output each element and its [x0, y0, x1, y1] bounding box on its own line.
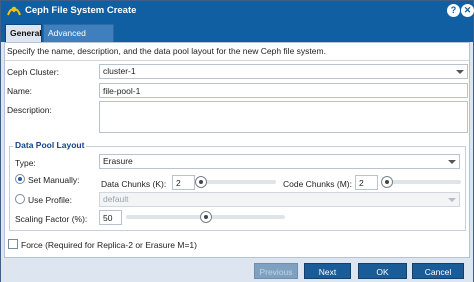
- help-icon[interactable]: ?: [447, 4, 460, 17]
- ceph-logo-icon: [7, 6, 21, 16]
- data-chunks-slider-thumb[interactable]: [194, 176, 207, 188]
- code-chunks-label: Code Chunks (M):: [283, 179, 352, 189]
- name-label: Name:: [7, 86, 33, 96]
- chevron-down-icon: [448, 198, 456, 202]
- intro-text: Specify the name, description, and the d…: [7, 46, 326, 56]
- previous-button[interactable]: Previous: [254, 263, 298, 279]
- data-chunks-slider-track[interactable]: [199, 180, 276, 184]
- cancel-button[interactable]: Cancel: [412, 263, 464, 279]
- use-profile-label: Use Profile:: [28, 195, 72, 205]
- description-input[interactable]: [99, 101, 468, 133]
- ceph-cluster-select[interactable]: cluster-1: [99, 64, 468, 79]
- scaling-factor-label: Scaling Factor (%):: [15, 214, 88, 224]
- close-icon[interactable]: ✕: [461, 4, 474, 17]
- profile-value: default: [103, 194, 129, 204]
- profile-select[interactable]: default: [99, 192, 460, 207]
- description-label: Description:: [7, 105, 52, 115]
- tab-general[interactable]: General: [5, 24, 42, 42]
- ceph-cluster-label: Ceph Cluster:: [7, 67, 59, 77]
- data-chunks-input[interactable]: [172, 175, 195, 190]
- name-input[interactable]: [99, 83, 468, 98]
- code-chunks-slider-thumb[interactable]: [380, 176, 393, 188]
- force-checkbox[interactable]: [8, 239, 18, 249]
- next-button[interactable]: Next: [304, 263, 351, 279]
- scaling-factor-slider-thumb[interactable]: [199, 211, 212, 223]
- data-pool-layout-legend: Data Pool Layout: [13, 140, 87, 150]
- chevron-down-icon[interactable]: [448, 160, 456, 164]
- divider: [5, 60, 469, 61]
- set-manually-label: Set Manually:: [28, 175, 80, 185]
- title-bar: Ceph File System Create ? ✕: [1, 1, 474, 21]
- tab-strip: General Advanced Settings: [1, 21, 473, 55]
- force-label: Force (Required for Replica-2 or Erasure…: [21, 240, 197, 250]
- type-value: Erasure: [103, 156, 133, 166]
- ceph-cluster-value: cluster-1: [103, 66, 136, 76]
- dialog: Ceph File System Create ? ✕ General Adva…: [0, 0, 474, 282]
- tab-advanced-settings[interactable]: Advanced Settings: [43, 24, 114, 55]
- use-profile-radio[interactable]: [15, 194, 25, 204]
- type-label: Type:: [15, 158, 36, 168]
- code-chunks-input[interactable]: [355, 175, 378, 190]
- ok-button[interactable]: OK: [358, 263, 407, 279]
- window-title: Ceph File System Create: [25, 5, 137, 16]
- set-manually-radio[interactable]: [15, 174, 25, 184]
- data-chunks-label: Data Chunks (K):: [101, 179, 167, 189]
- code-chunks-slider-track[interactable]: [385, 180, 461, 184]
- scaling-factor-input[interactable]: [99, 210, 122, 225]
- type-select[interactable]: Erasure: [99, 154, 460, 169]
- chevron-down-icon[interactable]: [456, 70, 464, 74]
